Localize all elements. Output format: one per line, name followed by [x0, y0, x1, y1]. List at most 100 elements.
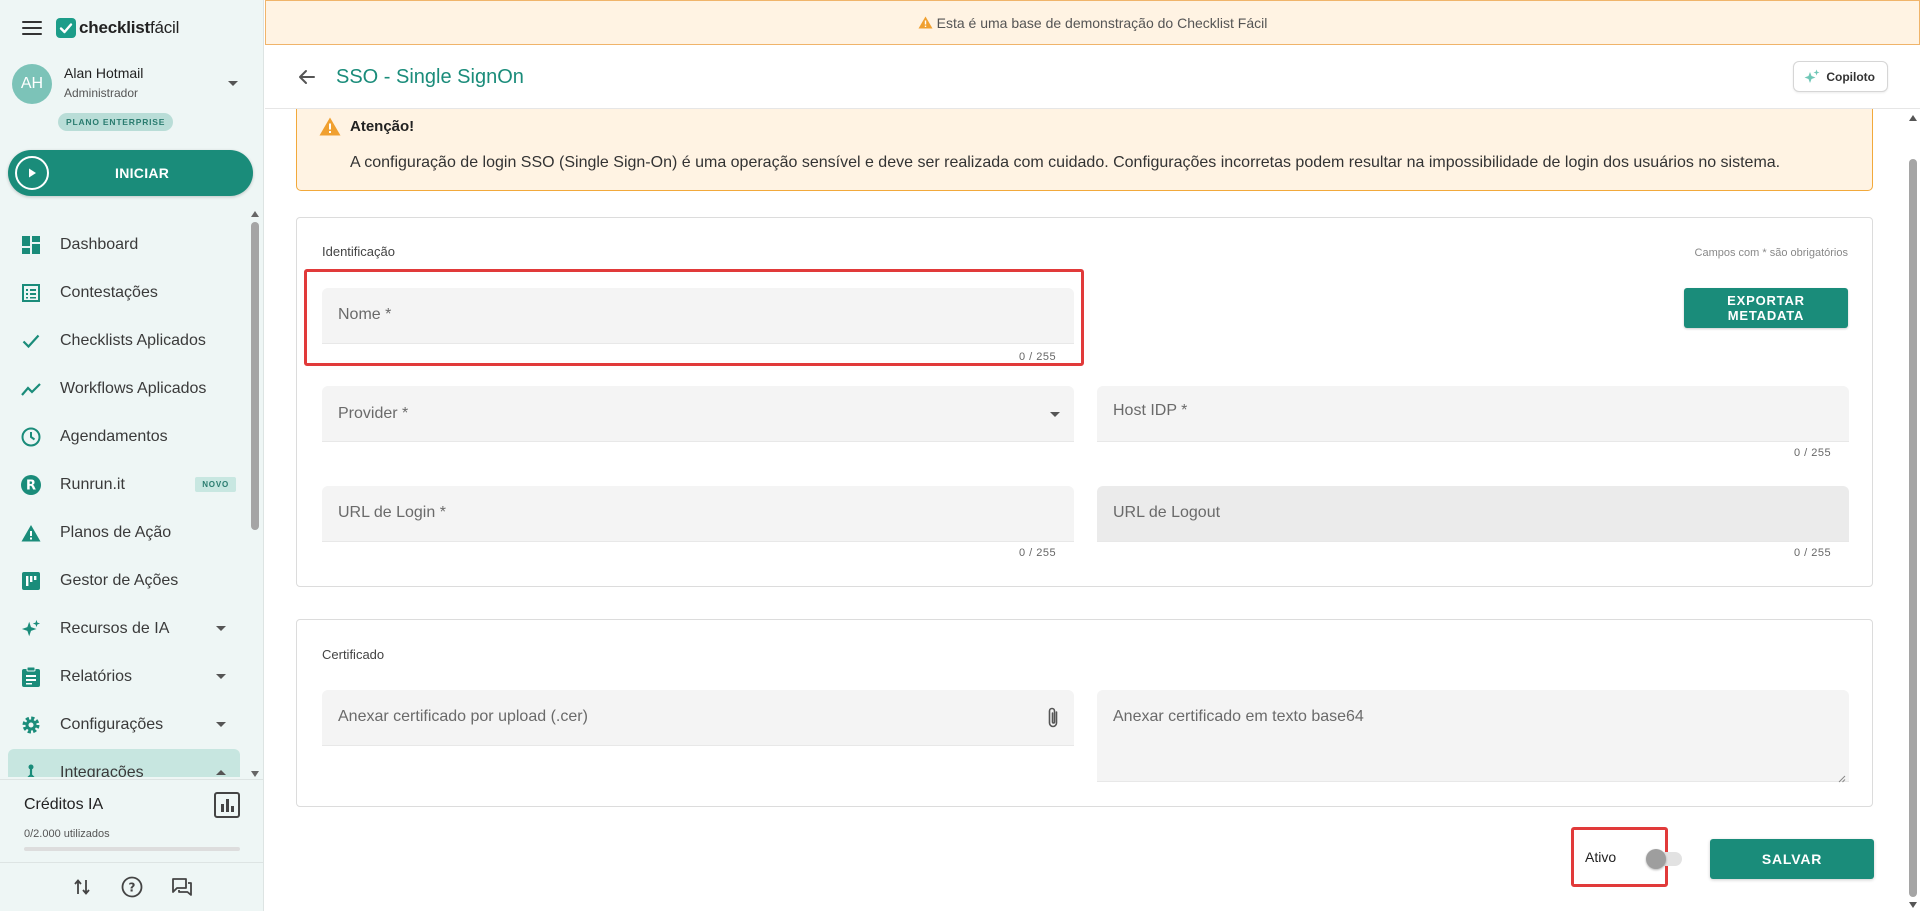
scroll-down-icon[interactable] [251, 771, 259, 777]
certificate-upload-field[interactable]: Anexar certificado por upload (.cer) [322, 690, 1074, 746]
nome-field[interactable]: Nome * [322, 288, 1074, 344]
sidebar-item-gestor[interactable]: Gestor de Ações [8, 557, 240, 605]
scrollbar-thumb[interactable] [1909, 159, 1917, 897]
sidebar-item-label: Configurações [60, 716, 164, 733]
chevron-down-icon [216, 674, 226, 679]
start-label: INICIAR [115, 165, 170, 181]
active-toggle[interactable] [1646, 849, 1682, 869]
host-idp-field[interactable]: Host IDP * [1097, 386, 1849, 442]
demo-banner: Esta é uma base de demonstração do Check… [265, 0, 1920, 45]
page-header: SSO - Single SignOn Copiloto [265, 45, 1920, 109]
sidebar-item-contestacoes[interactable]: Contestações [8, 269, 240, 317]
bar-chart-icon[interactable] [214, 792, 240, 818]
save-button[interactable]: SALVAR [1710, 839, 1874, 879]
dashboard-icon [21, 235, 41, 255]
scroll-down-icon[interactable] [1909, 902, 1917, 908]
warning-alert: Atenção! A configuração de login SSO (Si… [296, 109, 1873, 191]
sidebar-item-agendamentos[interactable]: Agendamentos [8, 413, 240, 461]
demo-banner-text: Esta é uma base de demonstração do Check… [936, 14, 1268, 31]
chevron-down-icon[interactable] [228, 81, 238, 86]
sidebar-item-label: Recursos de IA [60, 620, 170, 637]
sidebar-item-label: Relatórios [60, 668, 133, 685]
sidebar-item-ia[interactable]: Recursos de IA [8, 605, 240, 653]
url-login-field[interactable]: URL de Login * [322, 486, 1074, 542]
sidebar-item-checklists[interactable]: Checklists Aplicados [8, 317, 240, 365]
section-label: Identificação [322, 244, 395, 259]
copilot-button[interactable]: Copiloto [1793, 61, 1888, 92]
sidebar-item-integracoes[interactable]: Integrações [8, 749, 240, 777]
nome-label: Nome * [338, 306, 392, 323]
sidebar-item-dashboard[interactable]: Dashboard [8, 221, 240, 269]
check-icon [21, 331, 41, 351]
sidebar-topbar: checklistfácil [0, 0, 264, 55]
start-button[interactable]: INICIAR [8, 150, 253, 196]
play-icon [15, 156, 49, 190]
sidebar-item-workflows[interactable]: Workflows Aplicados [8, 365, 240, 413]
sidebar: checklistfácil AH Alan Hotmail Administr… [0, 0, 264, 911]
scrollbar-thumb[interactable] [251, 222, 259, 530]
menu-icon[interactable] [22, 20, 42, 35]
credits-progress [24, 847, 240, 851]
host-idp-label: Host IDP * [1113, 402, 1188, 419]
user-role: Administrador [64, 86, 139, 100]
list-icon [21, 283, 41, 303]
svg-text:?: ? [129, 881, 136, 895]
chat-icon[interactable] [171, 876, 193, 898]
sidebar-item-label: Gestor de Ações [60, 572, 179, 589]
certificate-base64-field[interactable]: Anexar certificado em texto base64 [1097, 690, 1849, 783]
sidebar-footer: ? [0, 862, 264, 911]
chevron-down-icon [1050, 412, 1060, 417]
credits-title: Créditos IA [24, 796, 104, 813]
sidebar-item-planos[interactable]: Planos de Ação [8, 509, 240, 557]
sidebar-scrollbar[interactable] [249, 210, 262, 778]
sidebar-item-label: Checklists Aplicados [60, 332, 206, 349]
logo-check-icon [56, 17, 76, 38]
logo-text: checklistfácil [79, 17, 180, 37]
provider-label: Provider * [338, 405, 409, 422]
swap-icon[interactable] [71, 876, 93, 898]
scroll-up-icon[interactable] [251, 211, 259, 217]
copilot-label: Copiloto [1826, 69, 1875, 84]
chevron-down-icon [216, 626, 226, 631]
back-arrow-icon[interactable] [297, 67, 317, 87]
help-icon[interactable]: ? [121, 876, 143, 898]
alert-title: Atenção! [350, 118, 415, 135]
plan-badge: PLANO ENTERPRISE [58, 113, 174, 131]
sparkles-icon [21, 619, 41, 639]
ai-credits: Créditos IA 0/2.000 utilizados [0, 779, 264, 861]
certificate-upload-label: Anexar certificado por upload (.cer) [338, 708, 588, 725]
warning-icon [319, 117, 341, 141]
active-label: Ativo [1585, 849, 1617, 865]
kanban-icon [21, 571, 41, 591]
paperclip-icon[interactable] [1046, 706, 1060, 735]
gear-icon [21, 715, 41, 735]
trending-icon [21, 379, 41, 399]
url-login-label: URL de Login * [338, 504, 446, 521]
chevron-down-icon [216, 722, 226, 727]
main-content: Atenção! A configuração de login SSO (Si… [265, 109, 1903, 911]
warning-icon [21, 523, 41, 543]
url-logout-field[interactable]: URL de Logout [1097, 486, 1849, 542]
integration-icon [21, 763, 41, 777]
alert-text: A configuração de login SSO (Single Sign… [350, 154, 1781, 171]
sidebar-item-label: Workflows Aplicados [60, 380, 207, 397]
host-idp-counter: 0 / 255 [1794, 447, 1832, 459]
credits-used: 0/2.000 utilizados [24, 828, 110, 840]
chevron-up-icon [216, 770, 226, 775]
certificate-base64-label: Anexar certificado em texto base64 [1113, 708, 1364, 725]
provider-select[interactable]: Provider * [322, 386, 1074, 442]
clock-icon [21, 427, 41, 447]
app-logo[interactable]: checklistfácil [56, 17, 180, 38]
scroll-up-icon[interactable] [1909, 115, 1917, 121]
export-metadata-button[interactable]: EXPORTAR METADATA [1684, 288, 1848, 328]
sidebar-item-runrunit[interactable]: R Runrun.it NOVO [8, 461, 240, 509]
user-name: Alan Hotmail [64, 65, 144, 81]
sidebar-item-label: Planos de Ação [60, 524, 172, 541]
sidebar-item-relatorios[interactable]: Relatórios [8, 653, 240, 701]
user-card: AH Alan Hotmail Administrador PLANO ENTE… [12, 63, 252, 143]
main-scrollbar[interactable] [1905, 109, 1920, 911]
avatar: AH [12, 64, 52, 104]
resize-handle-icon[interactable] [1838, 770, 1846, 783]
sparkles-icon [1804, 69, 1820, 85]
sidebar-item-configuracoes[interactable]: Configurações [8, 701, 240, 749]
